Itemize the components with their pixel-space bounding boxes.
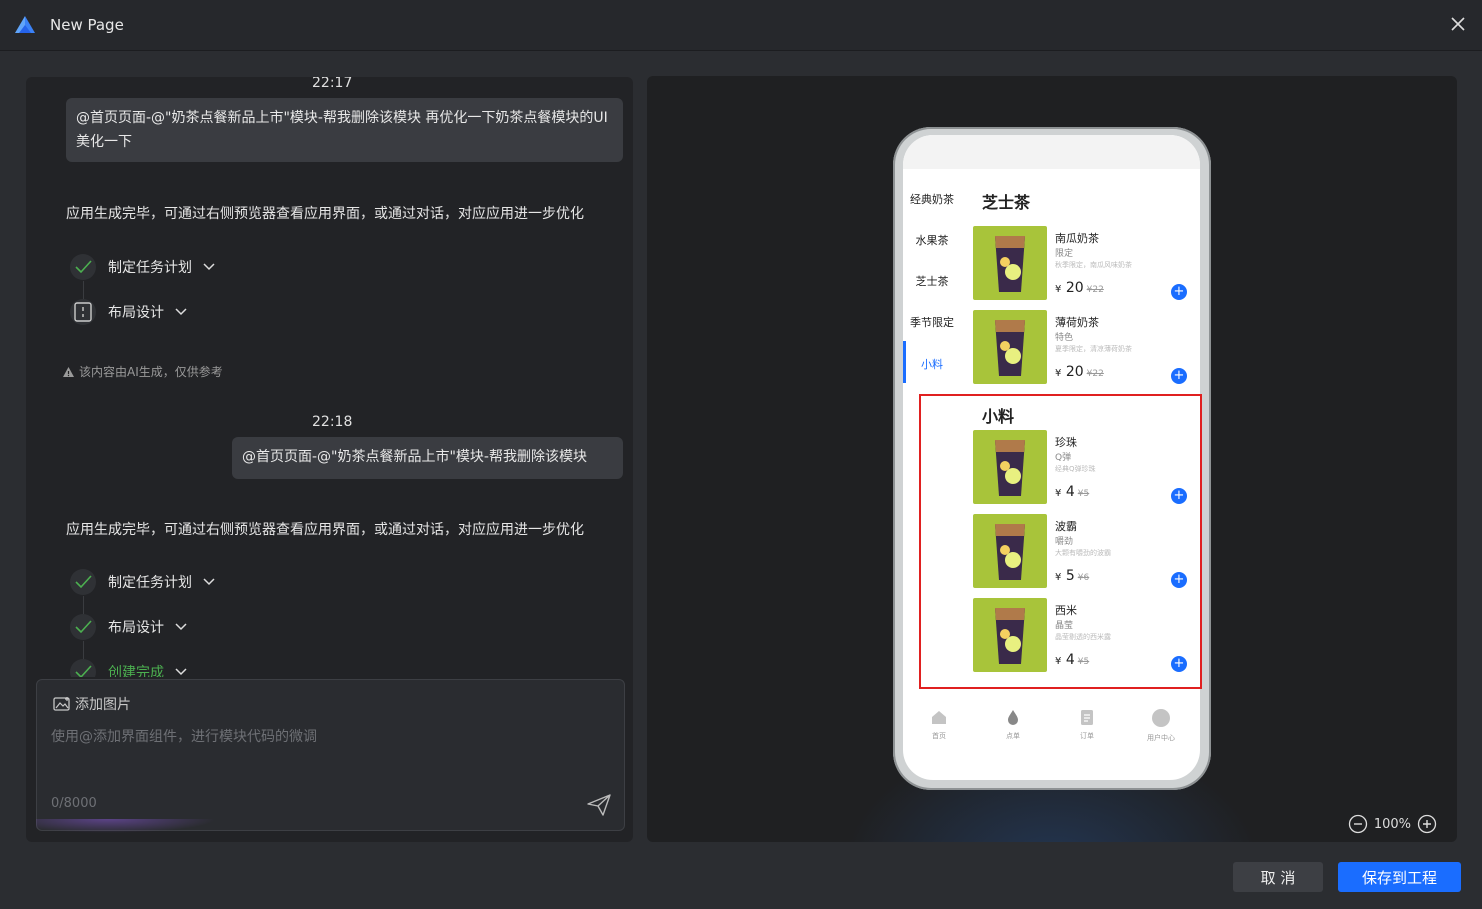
tab-user-center[interactable]: 用户中心 [1136,709,1186,743]
step-label: 制定任务计划 [108,575,192,591]
item-desc: 夏季限定，清凉薄荷奶茶 [1055,345,1132,353]
tab-label: 点单 [1006,732,1020,740]
user-message: @首页页面-@"奶茶点餐新品上市"模块-帮我删除该模块 再优化一下奶茶点餐模块的… [66,98,623,162]
item-name: 南瓜奶茶 [1055,232,1099,245]
original-price: ¥22 [1086,369,1104,379]
active-category-indicator [903,341,906,383]
step-plan[interactable]: 制定任务计划 [70,567,216,597]
step-complete[interactable]: 创建完成 [70,657,188,677]
chevron-down-icon[interactable] [174,305,188,319]
zoom-control: 100% [1348,814,1437,834]
currency-symbol: ¥ [1055,368,1062,379]
chevron-down-icon[interactable] [174,665,188,677]
chat-panel: 22:17 @首页页面-@"奶茶点餐新品上市"模块-帮我删除该模块 再优化一下奶… [26,77,633,842]
currency-symbol: ¥ [1055,284,1062,295]
item-tag: 限定 [1055,249,1074,259]
tab-order[interactable]: 点单 [988,709,1038,741]
step-label: 制定任务计划 [108,260,192,276]
cancel-button[interactable]: 取 消 [1233,862,1323,892]
selection-highlight-box [919,394,1202,689]
warning-icon [63,366,74,377]
chat-history[interactable]: 22:17 @首页页面-@"奶茶点餐新品上市"模块-帮我删除该模块 再优化一下奶… [26,77,633,677]
check-icon [70,254,96,280]
item-price: ¥ 20 ¥22 [1055,364,1104,380]
item-desc: 秋季限定，南瓜风味奶茶 [1055,261,1132,269]
zoom-in-icon[interactable] [1417,814,1437,834]
add-image-button[interactable]: 添加图片 [53,694,131,714]
image-icon [53,697,70,711]
zoom-level: 100% [1373,816,1411,832]
user-icon [1152,709,1170,727]
layout-icon [70,299,96,325]
add-to-cart-button[interactable]: + [1171,368,1187,384]
item-price: ¥ 20 ¥22 [1055,280,1104,296]
price-value: 20 [1065,364,1084,380]
item-name: 薄荷奶茶 [1055,316,1099,329]
assistant-reply: 应用生成完毕，可通过右侧预览器查看应用界面，或通过对话，对应应用进一步优化 [66,522,584,538]
disclaimer-text: 该内容由AI生成，仅供参考 [79,365,223,379]
char-count: 0/8000 [51,796,97,811]
menu-item[interactable]: 薄荷奶茶 特色 夏季限定，清凉薄荷奶茶 ¥ 20 ¥22 + [973,310,1193,386]
section-title: 芝士茶 [982,193,1031,212]
user-message: @首页页面-@"奶茶点餐新品上市"模块-帮我删除该模块 [232,437,623,479]
step-plan[interactable]: 制定任务计划 [70,252,216,282]
chevron-down-icon[interactable] [174,620,188,634]
category-classic-milk-tea[interactable]: 经典奶茶 [903,191,961,207]
step-label: 布局设计 [108,620,164,636]
zoom-out-icon[interactable] [1348,814,1368,834]
tab-label: 订单 [1080,732,1094,740]
title-bar: New Page [0,0,1482,51]
step-label: 创建完成 [108,665,164,677]
close-icon[interactable] [1448,14,1468,34]
window-title: New Page [50,16,124,34]
price-value: 20 [1065,280,1084,296]
category-cheese-tea[interactable]: 芝士茶 [903,273,961,289]
clipboard-icon [1081,710,1093,725]
item-tag: 特色 [1055,333,1074,343]
tab-label: 用户中心 [1147,734,1175,742]
original-price: ¥22 [1086,285,1104,295]
tab-label: 首页 [932,732,946,740]
prompt-input[interactable] [49,724,613,788]
status-area [903,135,1200,169]
tab-orders[interactable]: 订单 [1062,709,1112,741]
send-icon[interactable] [586,792,612,818]
drop-icon [1008,710,1018,725]
chat-input-box: 添加图片 0/8000 [36,679,625,831]
assistant-reply: 应用生成完毕，可通过右侧预览器查看应用界面，或通过对话，对应应用进一步优化 [66,206,584,222]
category-fruit-tea[interactable]: 水果茶 [903,232,961,248]
step-layout[interactable]: 布局设计 [70,297,188,327]
step-layout[interactable]: 布局设计 [70,612,188,642]
save-to-project-button[interactable]: 保存到工程 [1338,862,1461,892]
message-time: 22:17 [312,77,353,91]
input-glow [36,819,216,833]
check-icon [70,569,96,595]
drink-image [973,226,1047,300]
check-icon [70,659,96,677]
tab-home[interactable]: 首页 [914,709,964,741]
ai-disclaimer: 该内容由AI生成，仅供参考 [62,363,223,380]
message-time: 22:18 [312,414,353,430]
app-logo-icon [15,16,35,33]
chevron-down-icon[interactable] [202,575,216,589]
preview-panel: 经典奶茶 水果茶 芝士茶 季节限定 小料 芝士茶 南瓜奶茶 限定 秋季限定，南瓜… [647,76,1457,842]
step-label: 布局设计 [108,305,164,321]
chevron-down-icon[interactable] [202,260,216,274]
add-to-cart-button[interactable]: + [1171,284,1187,300]
category-seasonal[interactable]: 季节限定 [903,314,961,330]
category-toppings[interactable]: 小料 [903,356,961,372]
bottom-tab-bar: 首页 点单 订单 用户中心 [903,701,1200,751]
add-image-label: 添加图片 [75,697,131,713]
home-icon [932,711,946,724]
check-icon [70,614,96,640]
menu-item[interactable]: 南瓜奶茶 限定 秋季限定，南瓜风味奶茶 ¥ 20 ¥22 + [973,226,1193,302]
drink-image [973,310,1047,384]
